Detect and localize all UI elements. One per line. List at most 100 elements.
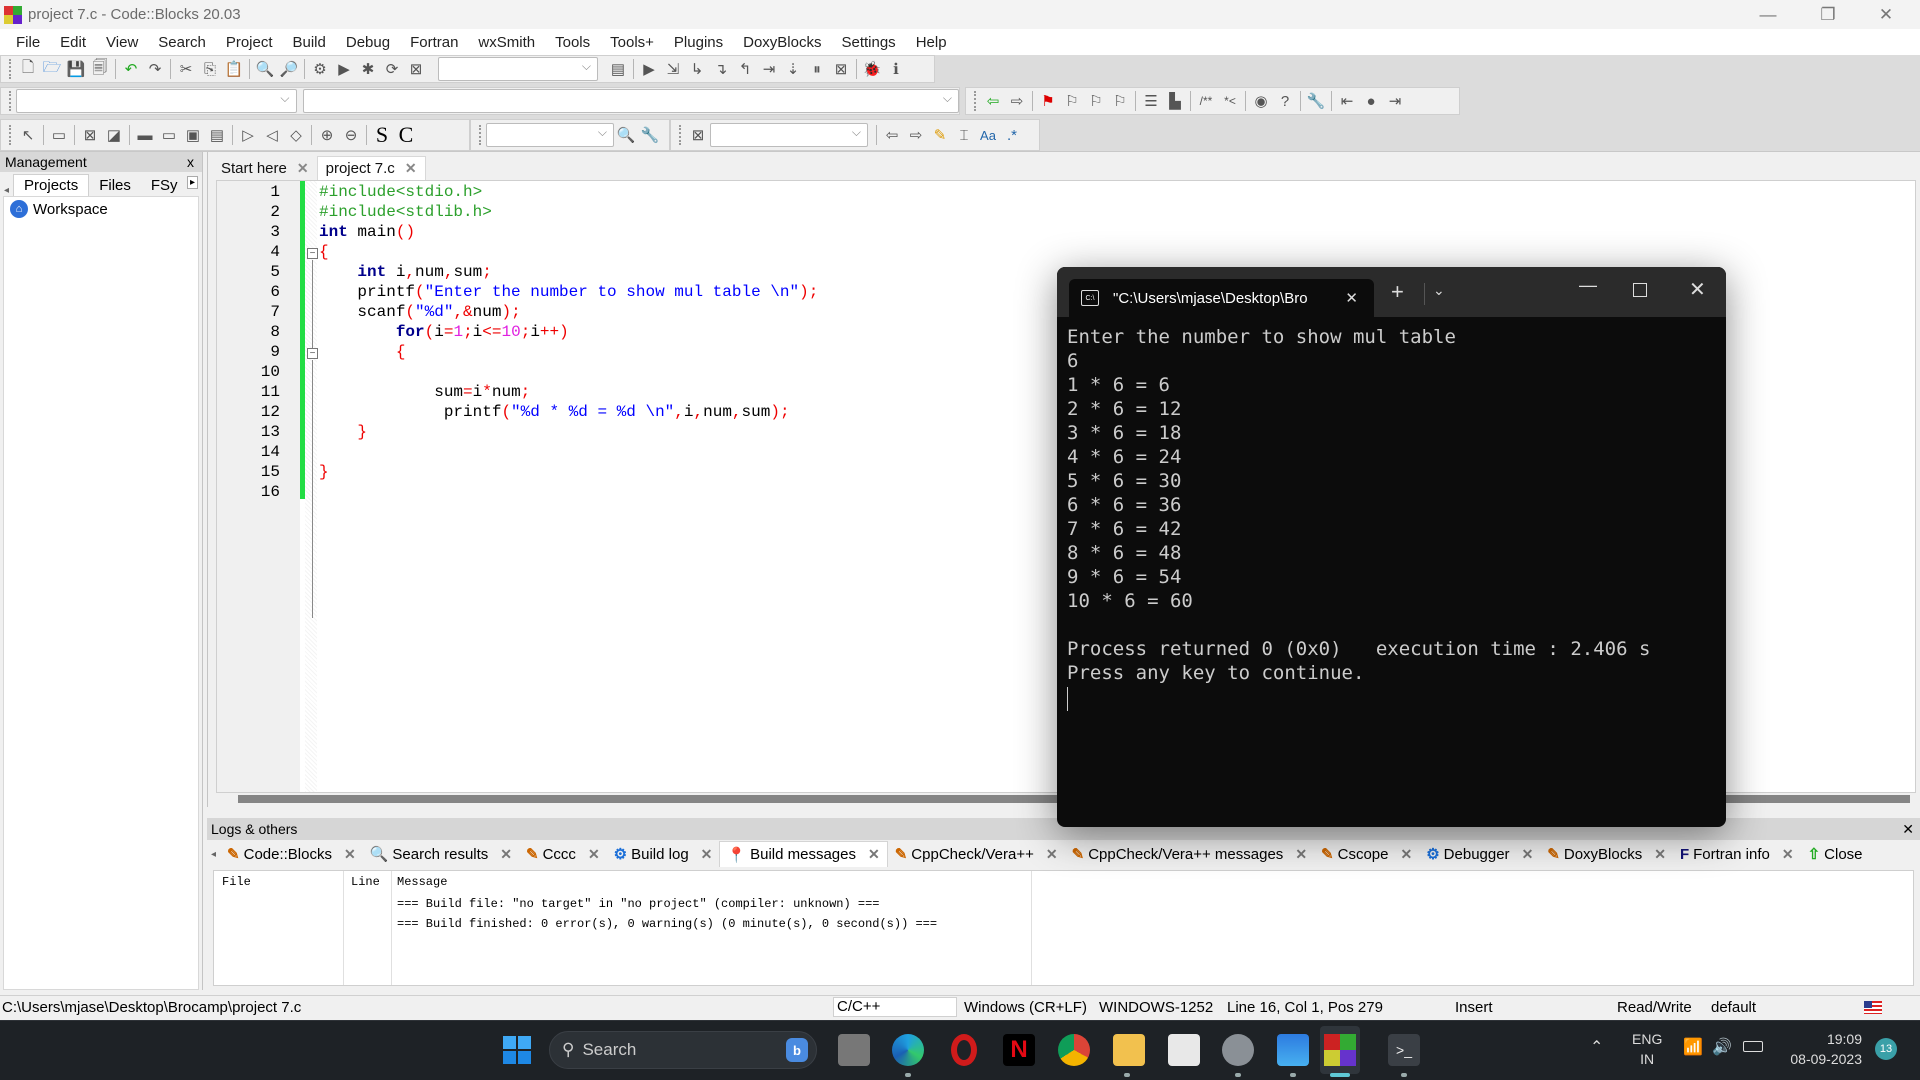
debugging-windows-icon[interactable]: 🐞: [860, 58, 884, 80]
close-tab-icon[interactable]: ✕: [588, 846, 600, 863]
settings-icon[interactable]: [1222, 1034, 1254, 1066]
logs-tab-debugger[interactable]: ⚙ Debugger ✕: [1419, 841, 1540, 867]
menu-tools[interactable]: Tools: [545, 34, 600, 51]
tab-projects[interactable]: Projects: [13, 174, 90, 196]
log-row[interactable]: === Build finished: 0 error(s), 0 warnin…: [397, 917, 937, 931]
tab-project-7c[interactable]: project 7.c ✕: [316, 156, 426, 180]
find-icon[interactable]: 🔍: [253, 58, 277, 80]
close-tab-icon[interactable]: ✕: [1782, 846, 1794, 863]
zoom-out-icon[interactable]: ⊖: [339, 124, 363, 146]
search-go-icon[interactable]: 🔍: [614, 124, 638, 146]
log-row[interactable]: === Build file: "no target" in "no proje…: [397, 897, 879, 911]
close-tab-icon[interactable]: ✕: [500, 846, 512, 863]
run-icon[interactable]: ▶: [332, 58, 356, 80]
bookmark-flag-icon[interactable]: ⚑: [1036, 90, 1060, 112]
next-line-icon[interactable]: ↳: [685, 58, 709, 80]
terminal-maximize-button[interactable]: [1633, 283, 1647, 297]
close-tab-icon[interactable]: ✕: [701, 846, 713, 863]
terminal-taskbar-icon[interactable]: >_: [1388, 1034, 1420, 1066]
zoom-in-icon[interactable]: ⊕: [315, 124, 339, 146]
close-tab-icon[interactable]: ✕: [1295, 846, 1307, 863]
next-instruction-icon[interactable]: ⇥: [757, 58, 781, 80]
border-1-icon[interactable]: ▷: [236, 124, 260, 146]
jump-home-icon[interactable]: ●: [1359, 90, 1383, 112]
frame-icon[interactable]: ▭: [47, 124, 71, 146]
help-icon[interactable]: ?: [1273, 90, 1297, 112]
logs-tab-code-blocks[interactable]: ✎ Code::Blocks ✕: [220, 841, 363, 867]
menu-plugins[interactable]: Plugins: [664, 34, 733, 51]
step-into-icon[interactable]: ↴: [709, 58, 733, 80]
menu-debug[interactable]: Debug: [336, 34, 400, 51]
logs-close-button[interactable]: ✕: [1902, 821, 1914, 838]
clear-bookmarks-icon[interactable]: ⚐: [1108, 90, 1132, 112]
menu-fortran[interactable]: Fortran: [400, 34, 468, 51]
language-indicator[interactable]: ENG IN: [1632, 1029, 1662, 1069]
close-tab-icon[interactable]: ✕: [1046, 846, 1058, 863]
close-tab-icon[interactable]: ✕: [1522, 846, 1534, 863]
match-case-icon[interactable]: Aa: [976, 124, 1000, 146]
terminal-close-button[interactable]: ✕: [1689, 277, 1706, 302]
save-all-icon[interactable]: 🗐: [88, 58, 112, 80]
terminal-window[interactable]: C:\ "C:\Users\mjase\Desktop\Bro ✕ + ⌄ — …: [1057, 267, 1726, 827]
scope-select[interactable]: [16, 89, 297, 113]
paste-icon[interactable]: 📋: [222, 58, 246, 80]
microsoft-store-icon[interactable]: [1168, 1034, 1200, 1066]
code-line[interactable]: {: [319, 243, 329, 261]
codeblocks-taskbar-icon[interactable]: [1324, 1034, 1356, 1066]
menu-build[interactable]: Build: [283, 34, 336, 51]
menu-file[interactable]: File: [6, 34, 50, 51]
logs-tab-cppcheck-vera[interactable]: ✎ CppCheck/Vera++ ✕: [888, 841, 1065, 867]
tab-scroll-left-icon[interactable]: ◂: [4, 185, 9, 196]
show-hidden-icons-chevron[interactable]: ⌃: [1590, 1037, 1603, 1057]
split-icon[interactable]: ⊠: [78, 124, 102, 146]
menu-help[interactable]: Help: [906, 34, 957, 51]
column-file[interactable]: File: [222, 875, 251, 889]
menu-toolsplus[interactable]: Tools+: [600, 34, 664, 51]
netflix-icon[interactable]: N: [1003, 1034, 1035, 1066]
code-line[interactable]: scanf("%d",&num);: [319, 303, 520, 321]
info-icon[interactable]: ℹ: [884, 58, 908, 80]
clear-search-icon[interactable]: ⊠: [686, 124, 710, 146]
start-button[interactable]: [503, 1036, 531, 1064]
column-line[interactable]: Line: [351, 875, 380, 889]
menu-doxyblocks[interactable]: DoxyBlocks: [733, 34, 831, 51]
close-tab-icon[interactable]: ✕: [344, 846, 356, 863]
logs-tab-build-log[interactable]: ⚙ Build log ✕: [607, 841, 720, 867]
line-comment-icon[interactable]: *<: [1218, 90, 1242, 112]
fold-toggle-icon[interactable]: −: [307, 348, 318, 359]
search-next-icon[interactable]: ⇨: [904, 124, 928, 146]
prev-bookmark-icon[interactable]: ⚐: [1060, 90, 1084, 112]
menu-settings[interactable]: Settings: [831, 34, 905, 51]
minimize-button[interactable]: —: [1740, 0, 1796, 29]
management-close-button[interactable]: x: [187, 154, 194, 170]
block-comment-icon[interactable]: /**: [1194, 90, 1218, 112]
open-file-icon[interactable]: 🗁: [40, 58, 64, 80]
close-tab-icon[interactable]: ✕: [297, 160, 309, 177]
close-button[interactable]: ✕: [1858, 0, 1914, 29]
split-alt-icon[interactable]: ◪: [102, 124, 126, 146]
volume-icon[interactable]: 🔊: [1712, 1037, 1732, 1057]
tree-item-workspace[interactable]: ⌂ Workspace: [4, 197, 198, 221]
logs-tab-doxyblocks[interactable]: ✎ DoxyBlocks ✕: [1540, 841, 1673, 867]
save-icon[interactable]: 💾: [64, 58, 88, 80]
c-icon[interactable]: C: [394, 122, 418, 147]
close-tab-icon[interactable]: ✕: [405, 160, 417, 177]
selected-text-only-icon[interactable]: ⌶: [952, 124, 976, 146]
bing-icon[interactable]: b: [786, 1038, 808, 1062]
doxywizard-icon[interactable]: ☰: [1139, 90, 1163, 112]
code-line[interactable]: }: [319, 423, 367, 441]
next-bookmark-icon[interactable]: ⚐: [1084, 90, 1108, 112]
close-tab-icon[interactable]: ✕: [868, 846, 880, 863]
close-tab-icon[interactable]: ✕: [1345, 289, 1358, 307]
logs-tab-cccc[interactable]: ✎ Cccc ✕: [519, 841, 607, 867]
border-3-icon[interactable]: ◇: [284, 124, 308, 146]
stop-debugger-icon[interactable]: ⊠: [829, 58, 853, 80]
file-explorer-icon[interactable]: [1113, 1034, 1145, 1066]
search-select[interactable]: [486, 123, 614, 147]
show-select-target-icon[interactable]: ▤: [606, 58, 630, 80]
notification-badge[interactable]: 13: [1875, 1038, 1897, 1060]
tab-dropdown-chevron-icon[interactable]: ⌄: [1433, 282, 1445, 299]
highlight-icon[interactable]: ✎: [928, 124, 952, 146]
s-icon[interactable]: S: [370, 122, 394, 147]
menu-search[interactable]: Search: [148, 34, 216, 51]
